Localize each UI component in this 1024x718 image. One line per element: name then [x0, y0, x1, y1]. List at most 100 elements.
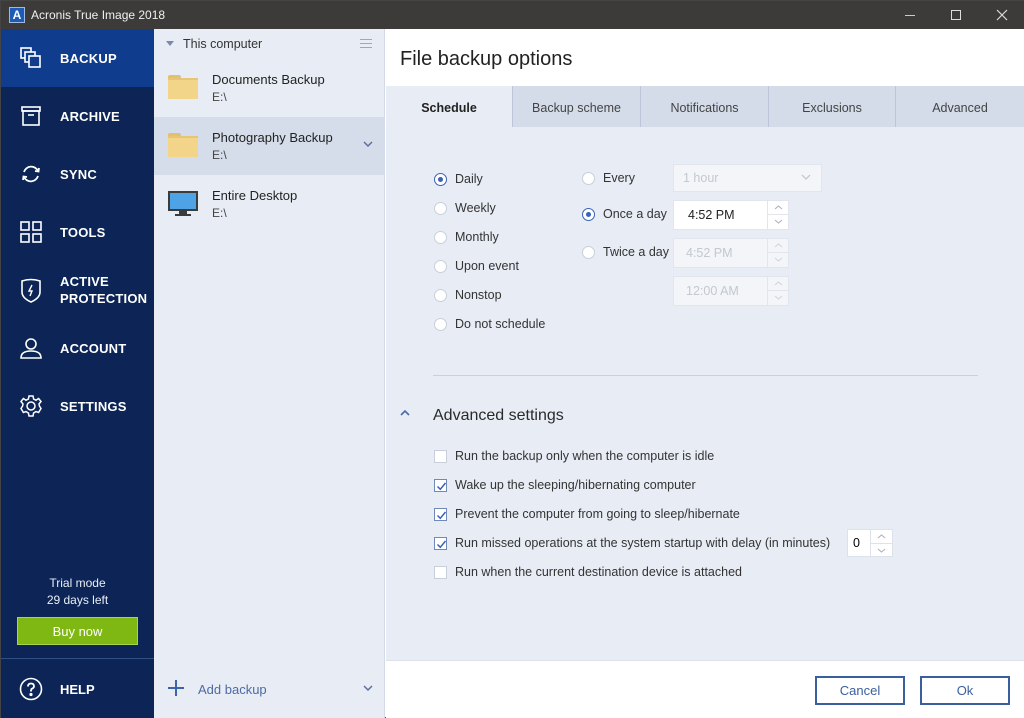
collapse-triangle-icon[interactable] — [166, 41, 174, 46]
backup-item-documents[interactable]: Documents Backup E:\ — [154, 59, 385, 117]
twice-a-day-time1-input[interactable]: 4:52 PM — [673, 238, 768, 268]
spin-up-button[interactable] — [768, 239, 788, 252]
radio-nonstop[interactable]: Nonstop — [434, 288, 502, 302]
radio-button[interactable] — [434, 172, 447, 186]
chevron-down-icon[interactable] — [363, 685, 373, 692]
buy-now-button[interactable]: Buy now — [17, 617, 138, 645]
twice-a-day-time2-spinner[interactable] — [767, 276, 789, 306]
radio-do-not-schedule[interactable]: Do not schedule — [434, 317, 545, 331]
radio-label: Every — [603, 171, 635, 185]
sidebar-item-label: ACTIVE PROTECTION — [60, 273, 147, 307]
backup-path: E:\ — [212, 90, 227, 104]
twice-a-day-time1-spinner[interactable] — [767, 238, 789, 268]
once-a-day-time-input[interactable]: 4:52 PM — [673, 200, 768, 230]
radio-button[interactable] — [434, 230, 447, 244]
dropdown-value: 1 hour — [683, 171, 719, 185]
backup-item-photography[interactable]: Photography Backup E:\ — [154, 117, 385, 175]
checkbox-wake-up-computer[interactable]: Wake up the sleeping/hibernating compute… — [434, 478, 696, 492]
delay-minutes-input[interactable]: 0 — [847, 529, 871, 557]
ok-button[interactable]: Ok — [920, 676, 1010, 705]
checkbox[interactable] — [434, 449, 447, 463]
radio-button[interactable] — [434, 317, 447, 331]
help-icon — [19, 677, 43, 701]
tab-backup-scheme[interactable]: Backup scheme — [513, 86, 641, 127]
radio-button[interactable] — [434, 201, 447, 215]
checkbox-label: Run the backup only when the computer is… — [455, 449, 715, 463]
checkbox-run-missed-operations[interactable]: Run missed operations at the system star… — [434, 536, 830, 550]
chevron-down-icon — [801, 174, 811, 180]
sidebar-item-archive[interactable]: ARCHIVE — [1, 87, 154, 145]
gear-icon — [19, 394, 43, 418]
checkbox[interactable] — [434, 507, 447, 521]
every-interval-dropdown[interactable]: 1 hour — [673, 164, 822, 192]
radio-monthly[interactable]: Monthly — [434, 230, 499, 244]
tab-notifications[interactable]: Notifications — [641, 86, 769, 127]
add-backup-label: Add backup — [198, 682, 267, 697]
delay-minutes-spinner[interactable] — [870, 529, 893, 557]
backup-name: Photography Backup — [212, 130, 333, 145]
sidebar-item-help[interactable]: HELP — [1, 659, 154, 718]
radio-button[interactable] — [582, 245, 595, 259]
radio-upon-event[interactable]: Upon event — [434, 259, 519, 273]
radio-label: Nonstop — [455, 288, 502, 302]
spin-up-button[interactable] — [768, 277, 788, 290]
tab-exclusions[interactable]: Exclusions — [769, 86, 896, 127]
close-button[interactable] — [979, 1, 1024, 29]
sidebar-item-tools[interactable]: TOOLS — [1, 203, 154, 261]
maximize-button[interactable] — [933, 1, 979, 29]
tab-advanced[interactable]: Advanced — [896, 86, 1024, 127]
radio-twice-a-day[interactable]: Twice a day — [582, 245, 669, 259]
twice-a-day-time2-input[interactable]: 12:00 AM — [673, 276, 768, 306]
radio-daily[interactable]: Daily — [434, 172, 483, 186]
spin-down-button[interactable] — [768, 290, 788, 303]
checkbox-run-when-device-attached[interactable]: Run when the current destination device … — [434, 565, 742, 579]
acronis-logo-icon: A — [9, 7, 25, 23]
help-label: HELP — [60, 681, 95, 697]
spin-up-button[interactable] — [768, 201, 788, 214]
tab-schedule[interactable]: Schedule — [386, 86, 513, 127]
time-value: 4:52 PM — [688, 208, 735, 222]
backup-item-entire-desktop[interactable]: Entire Desktop E:\ — [154, 175, 385, 233]
menu-icon[interactable] — [360, 39, 372, 48]
trial-days-left: 29 days left — [46, 593, 109, 607]
title-bar: A Acronis True Image 2018 — [1, 1, 1024, 29]
sidebar-item-label: TOOLS — [60, 224, 106, 240]
once-a-day-time-spinner[interactable] — [767, 200, 789, 230]
time-value: 12:00 AM — [686, 284, 739, 298]
radio-weekly[interactable]: Weekly — [434, 201, 496, 215]
options-panel: File backup options Schedule Backup sche… — [386, 29, 1024, 718]
checkmark-icon — [436, 511, 447, 519]
spin-down-button[interactable] — [768, 252, 788, 265]
radio-button[interactable] — [434, 259, 447, 273]
checkbox[interactable] — [434, 478, 447, 492]
cancel-button[interactable]: Cancel — [815, 676, 905, 705]
page-title: File backup options — [400, 48, 573, 70]
sidebar-item-settings[interactable]: SETTINGS — [1, 377, 154, 435]
checkbox-run-when-idle[interactable]: Run the backup only when the computer is… — [434, 449, 714, 463]
spin-up-button[interactable] — [871, 530, 892, 543]
backup-list-header[interactable]: This computer — [154, 29, 385, 59]
radio-button[interactable] — [434, 288, 447, 302]
add-backup-button[interactable]: Add backup — [154, 659, 385, 718]
chevron-up-icon[interactable] — [400, 409, 410, 416]
checkbox-prevent-sleep[interactable]: Prevent the computer from going to sleep… — [434, 507, 740, 521]
radio-button[interactable] — [582, 171, 595, 185]
sidebar-item-active-protection[interactable]: ACTIVE PROTECTION — [1, 261, 154, 319]
radio-every[interactable]: Every — [582, 171, 635, 185]
backup-name: Documents Backup — [212, 72, 325, 87]
radio-once-a-day[interactable]: Once a day — [582, 207, 667, 221]
radio-button[interactable] — [582, 207, 595, 221]
folder-icon — [168, 75, 198, 100]
sidebar-item-label: SYNC — [60, 166, 97, 182]
sidebar-item-sync[interactable]: SYNC — [1, 145, 154, 203]
sidebar-item-backup[interactable]: BACKUP — [1, 29, 154, 87]
checkbox[interactable] — [434, 536, 447, 550]
spin-down-button[interactable] — [768, 214, 788, 227]
checkbox[interactable] — [434, 565, 447, 579]
spin-down-button[interactable] — [871, 543, 892, 556]
chevron-up-icon — [877, 534, 886, 539]
minimize-button[interactable] — [887, 1, 933, 29]
trial-status: Trial mode 29 days left — [1, 575, 154, 609]
chevron-down-icon[interactable] — [363, 141, 373, 148]
sidebar-item-account[interactable]: ACCOUNT — [1, 319, 154, 377]
